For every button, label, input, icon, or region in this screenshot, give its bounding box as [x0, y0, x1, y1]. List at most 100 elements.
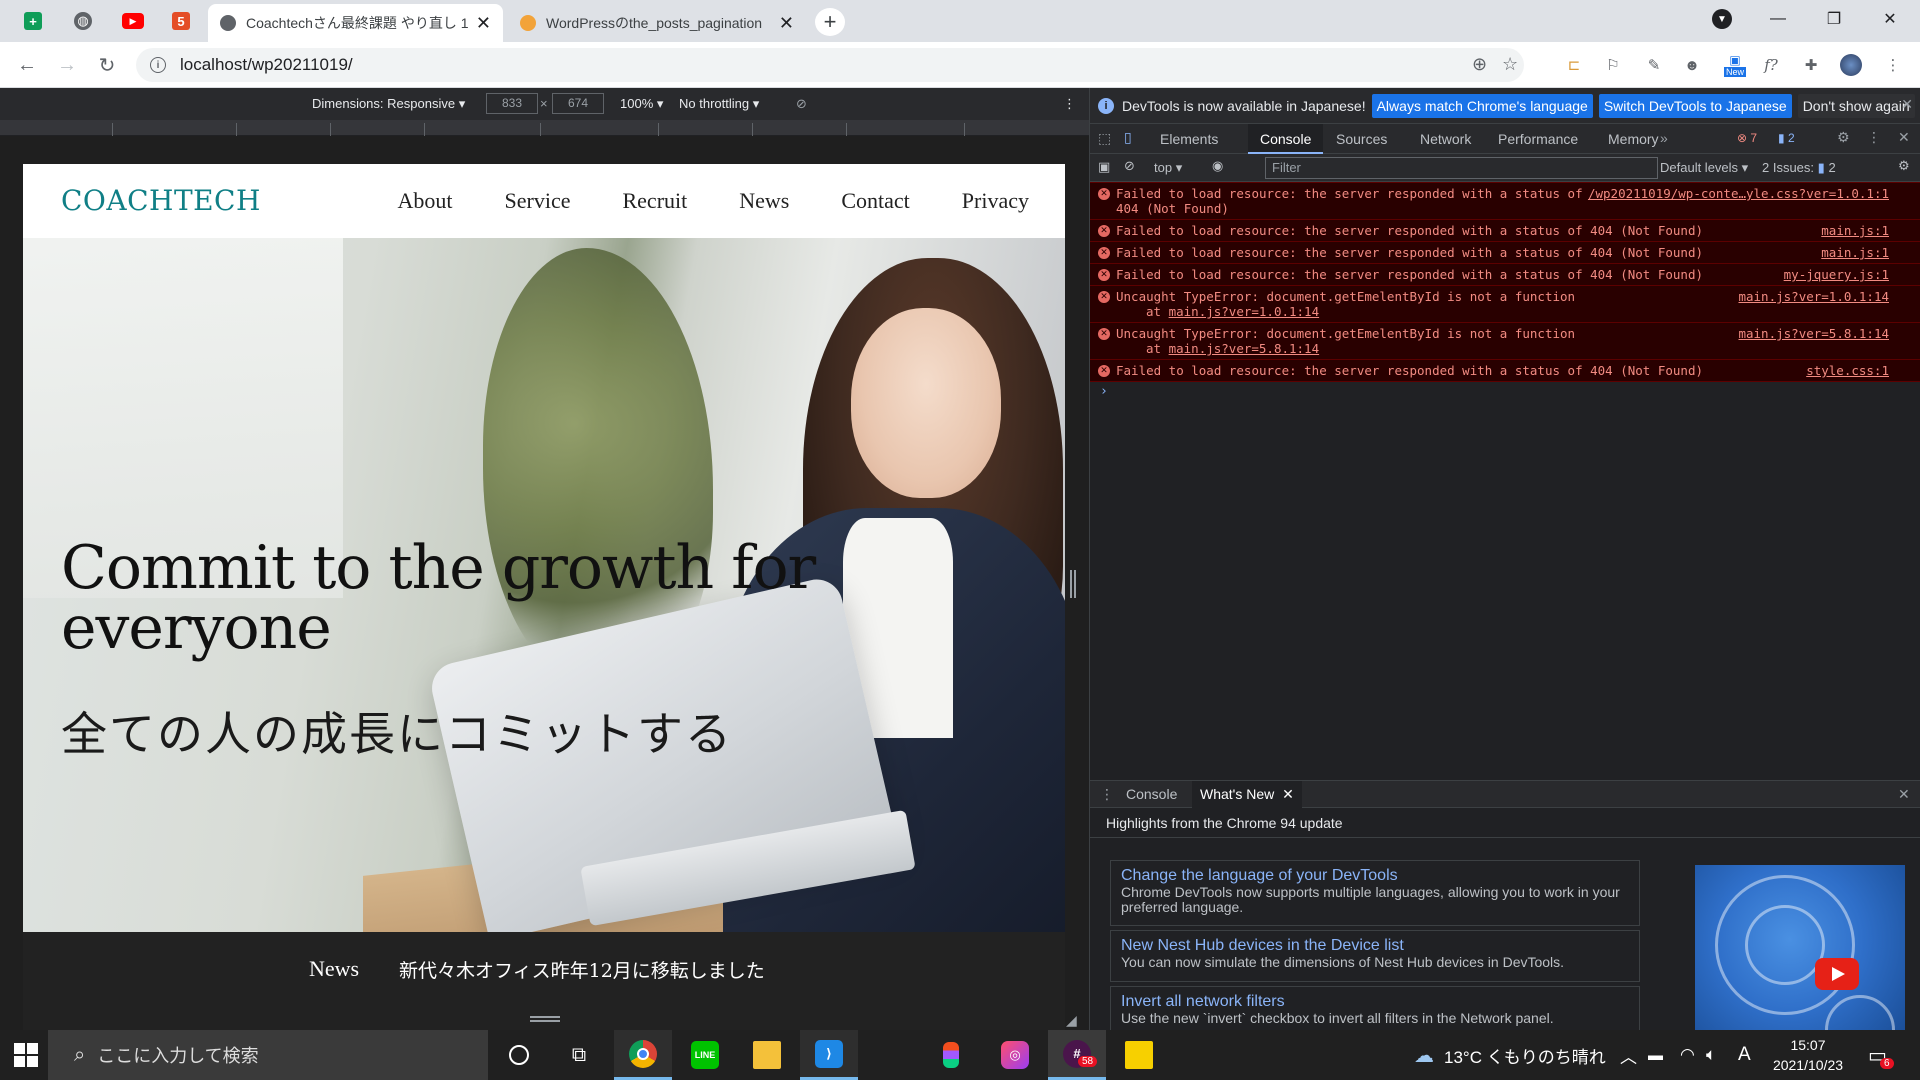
drawer-tab-whats-new[interactable]: What's New ✕: [1192, 781, 1302, 808]
message-source-link[interactable]: main.js:1: [1821, 245, 1889, 260]
card-title[interactable]: Invert all network filters: [1121, 993, 1629, 1011]
close-icon[interactable]: ✕: [779, 13, 794, 34]
pinned-tab-youtube[interactable]: ▶: [116, 6, 150, 36]
devtools-menu-icon[interactable]: ⋮: [1867, 129, 1881, 146]
inspect-element-icon[interactable]: ⬚: [1098, 130, 1111, 147]
extension-ruler-icon[interactable]: ⊏: [1563, 54, 1585, 76]
taskbar-sticky-notes-icon[interactable]: [1110, 1030, 1168, 1080]
volume-icon[interactable]: 🔈︎: [1706, 1030, 1716, 1080]
drawer-tab-console[interactable]: Console: [1118, 781, 1185, 808]
close-icon[interactable]: ✕: [1901, 96, 1913, 113]
taskbar-line-icon[interactable]: LINE: [676, 1030, 734, 1080]
extension-new-icon[interactable]: ▣ New: [1720, 53, 1750, 77]
extension-bookmark-icon[interactable]: ⚐: [1602, 54, 1624, 76]
bookmark-star-icon[interactable]: ☆: [1502, 54, 1518, 75]
tab-console[interactable]: Console: [1248, 124, 1324, 154]
cortana-icon[interactable]: [490, 1030, 548, 1080]
throttling-select[interactable]: No throttling ▾: [679, 96, 759, 112]
clear-console-icon[interactable]: ⊘: [1124, 158, 1135, 174]
nav-recruit[interactable]: Recruit: [622, 188, 687, 214]
taskbar-explorer-icon[interactable]: [738, 1030, 796, 1080]
always-match-language-button[interactable]: Always match Chrome's language: [1371, 93, 1593, 118]
notification-center-icon[interactable]: ▭ 6: [1868, 1030, 1894, 1080]
taskbar-search-input[interactable]: ⌕ ここに入力して検索: [48, 1030, 488, 1080]
card-title[interactable]: New Nest Hub devices in the Device list: [1121, 937, 1629, 955]
device-toggle-icon[interactable]: ▯: [1124, 129, 1132, 146]
viewport-resize-handle-right[interactable]: [1070, 570, 1076, 598]
sidebar-toggle-icon[interactable]: ▣: [1098, 159, 1110, 175]
minimize-button[interactable]: —: [1750, 0, 1806, 38]
tab-sources[interactable]: Sources: [1324, 124, 1399, 154]
stack-source-link[interactable]: main.js?ver=1.0.1:14: [1169, 304, 1320, 319]
device-options-icon[interactable]: ⋮: [1063, 96, 1076, 112]
pinned-tab-sheets[interactable]: +: [16, 6, 50, 36]
extension-eyedropper-icon[interactable]: ✎: [1643, 54, 1665, 76]
nav-contact[interactable]: Contact: [841, 188, 909, 214]
close-icon[interactable]: ✕: [1282, 786, 1294, 802]
taskbar-slack-icon[interactable]: # 58: [1048, 1030, 1106, 1080]
settings-gear-icon[interactable]: ⚙: [1837, 129, 1850, 146]
taskbar-clock[interactable]: 15:07 2021/10/23: [1758, 1035, 1858, 1075]
extensions-puzzle-icon[interactable]: ✚: [1800, 54, 1822, 76]
address-bar[interactable]: i localhost/wp20211019/ ⊕ ☆: [136, 48, 1524, 82]
close-window-button[interactable]: ✕: [1862, 0, 1918, 38]
wifi-icon[interactable]: ◠: [1680, 1030, 1695, 1080]
zoom-icon[interactable]: ⊕: [1472, 54, 1487, 75]
message-source-link[interactable]: main.js?ver=5.8.1:14: [1738, 326, 1889, 341]
back-button[interactable]: ←: [12, 50, 42, 80]
close-icon[interactable]: ✕: [476, 13, 491, 34]
whats-new-card[interactable]: Change the language of your DevTools Chr…: [1110, 860, 1640, 926]
error-counter[interactable]: ⊗ 7: [1737, 131, 1757, 145]
avatar[interactable]: [1840, 54, 1862, 76]
battery-icon[interactable]: ▬: [1648, 1030, 1663, 1080]
tray-chevron-icon[interactable]: ︿: [1620, 1030, 1637, 1080]
message-source-link[interactable]: /wp20211019/wp-conte…yle.css?ver=1.0.1:1: [1588, 186, 1889, 201]
taskbar-creative-cloud-icon[interactable]: ◎: [986, 1030, 1044, 1080]
site-logo[interactable]: COACHTECH: [61, 184, 261, 217]
rotate-icon[interactable]: ⊘: [796, 96, 807, 112]
card-title[interactable]: Change the language of your DevTools: [1121, 867, 1629, 885]
media-query-ruler[interactable]: [0, 120, 1089, 136]
taskbar-chrome-icon[interactable]: [614, 1030, 672, 1080]
youtube-play-icon[interactable]: [1815, 958, 1859, 990]
issues-button[interactable]: 2 Issues: ▮ 2: [1762, 160, 1836, 176]
message-source-link[interactable]: my-jquery.js:1: [1784, 267, 1889, 282]
restore-button[interactable]: ❐: [1806, 0, 1862, 38]
console-settings-icon[interactable]: ⚙: [1898, 158, 1910, 174]
dont-show-again-button[interactable]: Don't show again: [1797, 93, 1915, 118]
nav-about[interactable]: About: [398, 188, 453, 214]
tab-coachtech[interactable]: Coachtechさん最終課題 やり直し 1 ✕: [208, 4, 503, 42]
viewport-resize-handle-bottom[interactable]: [530, 1016, 560, 1022]
new-tab-button[interactable]: +: [815, 8, 845, 36]
reload-button[interactable]: ↻: [92, 50, 122, 80]
taskbar-figma-icon[interactable]: [922, 1030, 980, 1080]
tab-wordpress[interactable]: WordPressのthe_posts_pagination ✕: [508, 4, 806, 42]
task-view-icon[interactable]: ⧉: [550, 1030, 608, 1080]
tab-performance[interactable]: Performance: [1486, 124, 1590, 154]
message-source-link[interactable]: style.css:1: [1806, 363, 1889, 378]
start-windows-icon[interactable]: [14, 1043, 38, 1067]
message-source-link[interactable]: main.js?ver=1.0.1:14: [1738, 289, 1889, 304]
live-expression-eye-icon[interactable]: ◉: [1212, 158, 1223, 174]
close-drawer-icon[interactable]: ✕: [1898, 786, 1910, 803]
info-icon[interactable]: i: [150, 57, 166, 73]
stack-source-link[interactable]: main.js?ver=5.8.1:14: [1169, 341, 1320, 356]
message-source-link[interactable]: main.js:1: [1821, 223, 1889, 238]
news-item-link[interactable]: 新代々木オフィス昨年12月に移転しました: [399, 956, 765, 983]
menu-kebab-icon[interactable]: ⋮: [1882, 54, 1904, 76]
height-input[interactable]: 674: [552, 93, 604, 114]
extension-font-icon[interactable]: f?: [1760, 54, 1782, 76]
taskbar-vscode-icon[interactable]: ⟩: [800, 1030, 858, 1080]
tab-elements[interactable]: Elements: [1148, 124, 1230, 154]
whats-new-card[interactable]: New Nest Hub devices in the Device list …: [1110, 930, 1640, 982]
weather-widget[interactable]: ☁ 13°C くもりのち晴れ: [1414, 1030, 1606, 1080]
pinned-tab-html[interactable]: 5: [164, 6, 198, 36]
viewport-resize-handle-corner[interactable]: ◢: [1066, 1012, 1077, 1029]
nav-news[interactable]: News: [739, 188, 789, 214]
close-devtools-icon[interactable]: ✕: [1898, 129, 1910, 146]
console-filter-input[interactable]: Filter: [1265, 157, 1658, 179]
message-counter[interactable]: ▮ 2: [1778, 131, 1795, 145]
whats-new-card[interactable]: Invert all network filters Use the new `…: [1110, 986, 1640, 1030]
console-prompt-input[interactable]: ›: [1090, 382, 1920, 401]
whats-new-video-thumbnail[interactable]: [1695, 865, 1905, 1030]
